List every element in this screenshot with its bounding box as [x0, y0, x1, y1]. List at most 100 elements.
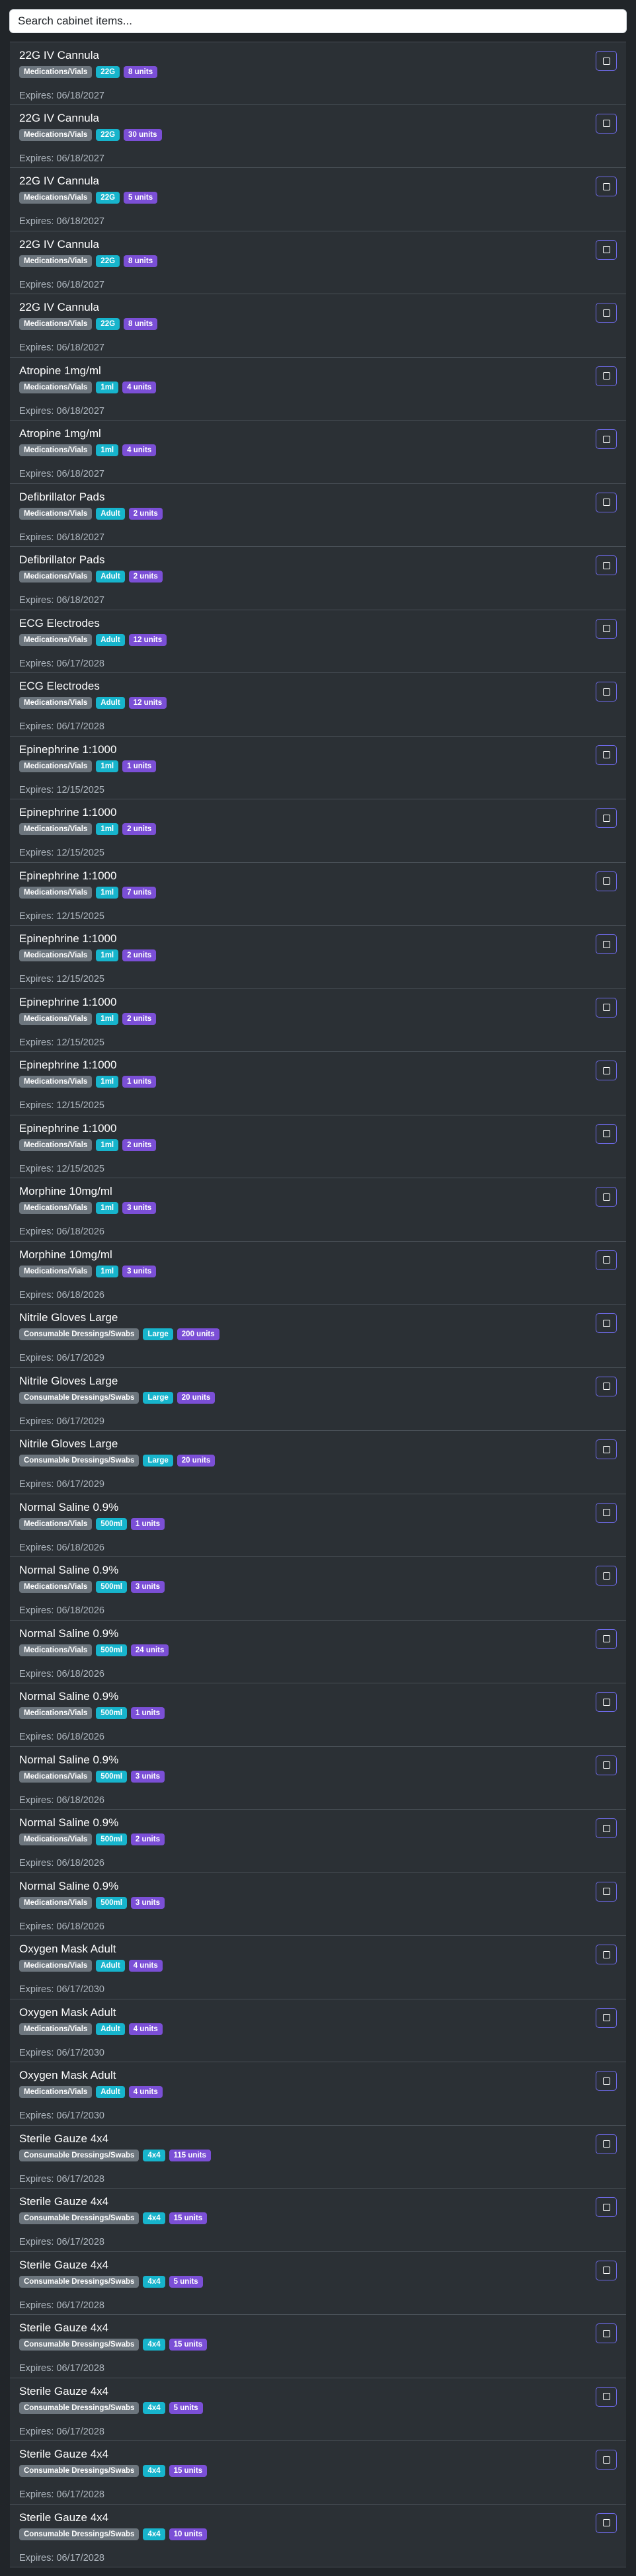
select-item-button[interactable]: [596, 1755, 617, 1775]
expiry-text: Expires: 06/18/2026: [19, 1668, 617, 1680]
select-item-button[interactable]: [596, 2323, 617, 2343]
quantity-badge: 15 units: [169, 2212, 208, 2224]
list-item: Defibrillator Pads Medications/Vials Adu…: [10, 483, 626, 547]
checkbox-icon: [602, 561, 610, 569]
select-item-button[interactable]: [596, 2071, 617, 2091]
checkbox-icon: [602, 1572, 610, 1580]
select-item-button[interactable]: [596, 934, 617, 954]
select-item-button[interactable]: [596, 997, 617, 1018]
quantity-badge: 20 units: [177, 1455, 216, 1467]
expiry-date: 12/15/2025: [56, 910, 104, 922]
expiry-text: Expires: 06/17/2029: [19, 1352, 617, 1364]
expiry-text: Expires: 06/17/2028: [19, 721, 617, 733]
select-item-button[interactable]: [596, 303, 617, 323]
select-item-button[interactable]: [596, 366, 617, 386]
select-item-button[interactable]: [596, 871, 617, 891]
quantity-badge: 200 units: [177, 1328, 219, 1340]
quantity-badge: 115 units: [169, 2149, 211, 2161]
item-badges: Consumable Dressings/Swabs 4x4 115 units: [19, 2149, 617, 2161]
category-badge: Medications/Vials: [19, 128, 93, 141]
select-item-button[interactable]: [596, 1566, 617, 1586]
expiry-text: Expires: 06/17/2030: [19, 1984, 617, 1995]
quantity-badge: 20 units: [177, 1391, 216, 1404]
select-item-button[interactable]: [596, 2260, 617, 2280]
quantity-badge: 4 units: [128, 1960, 163, 1972]
checkbox-icon: [602, 246, 610, 253]
item-badges: Medications/Vials 22G 5 units: [19, 192, 617, 204]
select-item-button[interactable]: [596, 1881, 617, 1902]
select-item-button[interactable]: [596, 618, 617, 639]
select-item-button[interactable]: [596, 429, 617, 449]
list-item: Normal Saline 0.9% Medications/Vials 500…: [10, 1872, 626, 1936]
checkbox-icon: [602, 1383, 610, 1390]
expiry-label: Expires:: [19, 721, 54, 732]
checkbox-icon: [602, 1698, 610, 1706]
size-badge: 500ml: [96, 1896, 127, 1909]
item-name: ECG Electrodes: [19, 616, 100, 629]
list-item: Normal Saline 0.9% Medications/Vials 500…: [10, 1494, 626, 1557]
category-badge: Consumable Dressings/Swabs: [19, 2401, 139, 2414]
select-item-button[interactable]: [596, 113, 617, 134]
item-name: Normal Saline 0.9%: [19, 1500, 119, 1513]
checkbox-icon: [602, 2014, 610, 2021]
select-item-button[interactable]: [596, 2134, 617, 2154]
select-item-button[interactable]: [596, 1123, 617, 1144]
select-item-button[interactable]: [596, 492, 617, 512]
item-badges: Medications/Vials 500ml 2 units: [19, 1833, 617, 1845]
search-input[interactable]: [9, 9, 627, 33]
expiry-date: 06/17/2028: [56, 2173, 104, 2185]
expiry-label: Expires:: [19, 153, 54, 164]
expiry-date: 06/18/2026: [56, 1542, 104, 1553]
select-item-button[interactable]: [596, 1945, 617, 1964]
list-item: 22G IV Cannula Medications/Vials 22G 8 u…: [10, 231, 626, 294]
checkbox-icon: [602, 499, 610, 506]
select-item-button[interactable]: [596, 745, 617, 765]
select-item-button[interactable]: [596, 1629, 617, 1649]
quantity-badge: 2 units: [128, 571, 163, 583]
checkbox-icon: [602, 688, 610, 696]
select-item-button[interactable]: [596, 682, 617, 702]
item-name: Epinephrine 1:1000: [19, 743, 117, 756]
item-badges: Medications/Vials 500ml 24 units: [19, 1644, 617, 1656]
select-item-button[interactable]: [596, 1502, 617, 1523]
expiry-text: Expires: 06/18/2027: [19, 216, 617, 227]
item-name: ECG Electrodes: [19, 680, 100, 692]
list-item: Epinephrine 1:1000 Medications/Vials 1ml…: [10, 1115, 626, 1178]
item-name: Epinephrine 1:1000: [19, 932, 117, 945]
checkbox-icon: [602, 2077, 610, 2085]
select-item-button[interactable]: [596, 239, 617, 260]
select-item-button[interactable]: [596, 51, 617, 71]
select-item-button[interactable]: [596, 1250, 617, 1270]
checkbox-icon: [602, 814, 610, 822]
list-item: 22G IV Cannula Medications/Vials 22G 5 u…: [10, 168, 626, 231]
size-badge: Adult: [96, 633, 125, 646]
select-item-button[interactable]: [596, 1692, 617, 1712]
quantity-badge: 3 units: [122, 1265, 157, 1277]
item-badges: Consumable Dressings/Swabs 4x4 10 units: [19, 2528, 617, 2540]
select-item-button[interactable]: [596, 1187, 617, 1207]
select-item-button[interactable]: [596, 2450, 617, 2470]
select-item-button[interactable]: [596, 1313, 617, 1333]
select-item-button[interactable]: [596, 1439, 617, 1459]
quantity-badge: 4 units: [122, 444, 157, 456]
expiry-date: 06/17/2028: [56, 2300, 104, 2311]
expiry-date: 06/17/2028: [56, 2237, 104, 2247]
select-item-button[interactable]: [596, 555, 617, 575]
select-item-button[interactable]: [596, 2197, 617, 2217]
select-item-button[interactable]: [596, 2386, 617, 2407]
select-item-button[interactable]: [596, 1376, 617, 1396]
category-badge: Medications/Vials: [19, 1707, 93, 1719]
list-item: Epinephrine 1:1000 Medications/Vials 1ml…: [10, 926, 626, 989]
item-name: 22G IV Cannula: [19, 175, 99, 187]
select-item-button[interactable]: [596, 1818, 617, 1838]
expiry-text: Expires: 06/18/2026: [19, 1605, 617, 1617]
checkbox-icon: [602, 877, 610, 885]
select-item-button[interactable]: [596, 808, 617, 828]
select-item-button[interactable]: [596, 1061, 617, 1080]
select-item-button[interactable]: [596, 2513, 617, 2533]
select-item-button[interactable]: [596, 177, 617, 196]
list-item: 22G IV Cannula Medications/Vials 22G 30 …: [10, 104, 626, 168]
expiry-text: Expires: 06/17/2028: [19, 658, 617, 670]
select-item-button[interactable]: [596, 2007, 617, 2028]
item-name: 22G IV Cannula: [19, 111, 99, 124]
